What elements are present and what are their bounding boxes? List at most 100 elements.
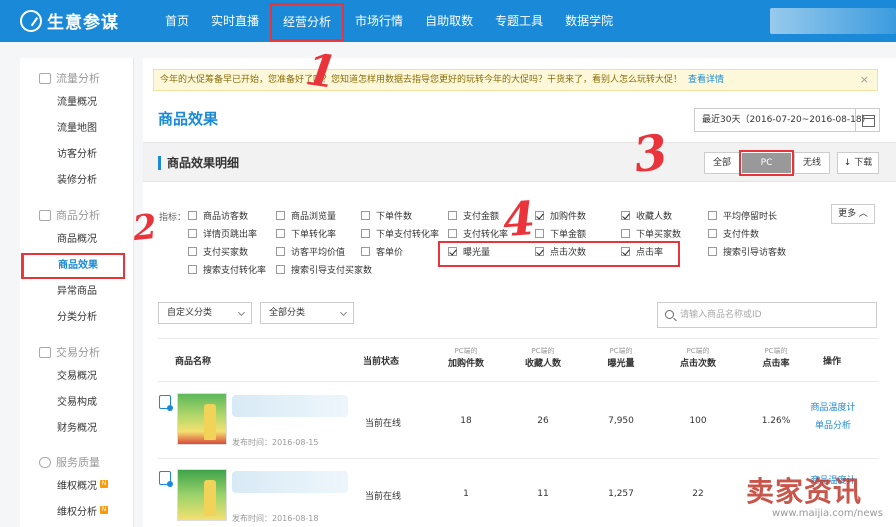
sidebar-item-decor-analysis[interactable]: 装修分析 [20,168,134,194]
sidebar-item-abnormal-product[interactable]: 异常商品 [20,279,134,305]
sidebar-item-rights-overview[interactable]: 维权概况 N [20,474,134,500]
metric-label: 访客平均价值 [291,247,346,258]
sidebar-item-trade-composition[interactable]: 交易构成 [20,390,134,416]
notice-text: 今年的大促筹备早已开始，您准备好了吗？您知道怎样用数据去指导您更好的玩转今年的大… [160,75,683,85]
sidebar-item-product-overview[interactable]: 商品概况 [20,227,134,253]
metric-checkbox[interactable]: 下单金额 [535,227,586,240]
col-ctr[interactable]: PC端的 点击率 [746,347,806,369]
metric-checkbox[interactable]: 下单支付转化率 [361,227,439,240]
checkbox-icon[interactable] [361,210,370,220]
user-area-blurred[interactable] [770,8,896,34]
logo[interactable]: 生意参谋 [20,8,119,33]
nav-item-self-service[interactable]: 自助取数 [414,0,484,42]
watermark-url: www.maijia.com/news [772,508,883,519]
checkbox-icon[interactable] [708,210,717,220]
sidebar-item-visitor-analysis[interactable]: 访客分析 [20,142,134,168]
checkbox-icon[interactable] [448,228,457,238]
sidebar-group-title: 交易分析 [20,340,134,364]
sidebar-item-finance-overview[interactable]: 财务概况 [20,416,134,442]
download-button[interactable]: ↓ 下载 [837,152,879,174]
date-range-picker[interactable]: 最近30天（2016-07-20~2016-08-18） [694,108,871,132]
nav-item-academy[interactable]: 数据学院 [554,0,624,42]
checkbox-icon[interactable] [535,228,544,238]
metric-checkbox[interactable]: 下单买家数 [621,227,681,240]
metric-checkbox[interactable]: 加购件数 [535,209,586,222]
metric-checkbox[interactable]: 收藏人数 [621,209,672,222]
product-thumbnail[interactable] [177,469,227,521]
custom-category-select[interactable]: 自定义分类 [158,302,252,324]
checkbox-checked-icon[interactable] [535,210,544,220]
nav-item-home[interactable]: 首页 [154,0,200,42]
publish-time: 发布时间：2016-08-15 [232,438,319,447]
nav-item-market[interactable]: 市场行情 [344,0,414,42]
sidebar-item-traffic-overview[interactable]: 流量概况 [20,90,134,116]
status-cell: 当前在线 [365,492,402,502]
nav-item-business-analysis[interactable]: 经营分析 [270,3,345,41]
tab-all[interactable]: 全部 [704,152,740,174]
metric-checkbox[interactable]: 详情页跳出率 [188,227,257,240]
metric-checkbox[interactable]: 客单价 [361,245,403,258]
close-icon[interactable]: × [860,70,869,90]
product-thermometer-link[interactable]: 商品温度计 [803,400,863,416]
checkbox-icon[interactable] [448,210,457,220]
product-thumbnail[interactable] [177,393,227,445]
single-product-analysis-link[interactable]: 单品分析 [803,418,863,434]
checkbox-icon[interactable] [361,246,370,256]
metric-checkbox[interactable]: 搜索引导访客数 [708,245,787,258]
table-header: 商品名称 当前状态 PC端的 加购件数 PC端的 收藏人数 PC端的 曝光量 PC端的… [158,338,878,382]
sidebar-item-category-analysis[interactable]: 分类分析 [20,305,134,331]
checkbox-icon[interactable] [276,264,285,274]
metric-label: 搜索引导访客数 [723,247,787,258]
checkbox-icon[interactable] [276,228,285,238]
metric-checkbox[interactable]: 支付买家数 [188,245,248,258]
col-clicks[interactable]: PC端的 点击次数 [668,347,728,369]
more-metrics-button[interactable]: 更多 ︿ [831,204,875,224]
metric-checkbox[interactable]: 支付金额 [448,209,499,222]
sidebar-item-rights-analysis[interactable]: 维权分析 N [20,500,134,526]
sidebar-item-trade-overview[interactable]: 交易概况 [20,364,134,390]
checkbox-icon[interactable] [621,228,630,238]
metric-checkbox[interactable]: 支付转化率 [448,227,508,240]
calendar-icon[interactable] [856,108,880,132]
tab-wireless[interactable]: 无线 [794,152,830,174]
metric-checkbox[interactable]: 商品浏览量 [276,209,336,222]
notice-link[interactable]: 查看详情 [688,75,724,85]
all-category-select[interactable]: 全部分类 [260,302,354,324]
nav-item-realtime[interactable]: 实时直播 [200,0,270,42]
product-name-blurred[interactable] [232,471,348,493]
metric-checkbox[interactable]: 平均停留时长 [708,209,777,222]
col-add-cart[interactable]: PC端的 加购件数 [436,347,496,369]
col-impressions[interactable]: PC端的 曝光量 [591,347,651,369]
page-title: 商品效果 [158,110,219,128]
checkbox-icon[interactable] [361,228,370,238]
checkbox-icon[interactable] [188,246,197,256]
checkbox-icon[interactable] [188,210,197,220]
nav-item-topic-tools[interactable]: 专题工具 [484,0,554,42]
add-cart-cell: 18 [460,416,472,426]
checkbox-icon[interactable] [708,228,717,238]
metric-checkbox[interactable]: 商品访客数 [188,209,248,222]
metric-checkbox[interactable]: 支付件数 [708,227,759,240]
product-search-input[interactable]: 请输入商品名称或ID [657,302,877,328]
tab-pc[interactable]: PC [739,150,794,176]
product-name-blurred[interactable] [232,395,348,417]
metric-checkbox[interactable]: 访客平均价值 [276,245,346,258]
metric-checkbox[interactable]: 下单转化率 [276,227,336,240]
checkbox-icon[interactable] [276,210,285,220]
checkbox-checked-icon[interactable] [621,210,630,220]
checkbox-icon[interactable] [708,246,717,256]
sidebar-item-product-effect[interactable]: 商品效果 [21,253,125,279]
sidebar-group-traffic: 流量分析 流量概况 流量地图 访客分析 装修分析 [20,66,134,194]
ctr-cell: 1.26% [761,416,791,426]
metric-checkbox[interactable]: 下单件数 [361,209,412,222]
annotation-4: 4 [501,190,537,248]
checkbox-icon[interactable] [188,228,197,238]
metric-checkbox[interactable]: 搜索引导支付买家数 [276,263,372,276]
metric-checkbox[interactable]: 搜索支付转化率 [188,263,266,276]
checkbox-icon[interactable] [188,264,197,274]
product-badge-icon [159,471,173,487]
col-favorites[interactable]: PC端的 收藏人数 [513,347,573,369]
checkbox-icon[interactable] [276,246,285,256]
sidebar-item-traffic-map[interactable]: 流量地图 [20,116,134,142]
clicks-cell: 100 [689,416,707,426]
